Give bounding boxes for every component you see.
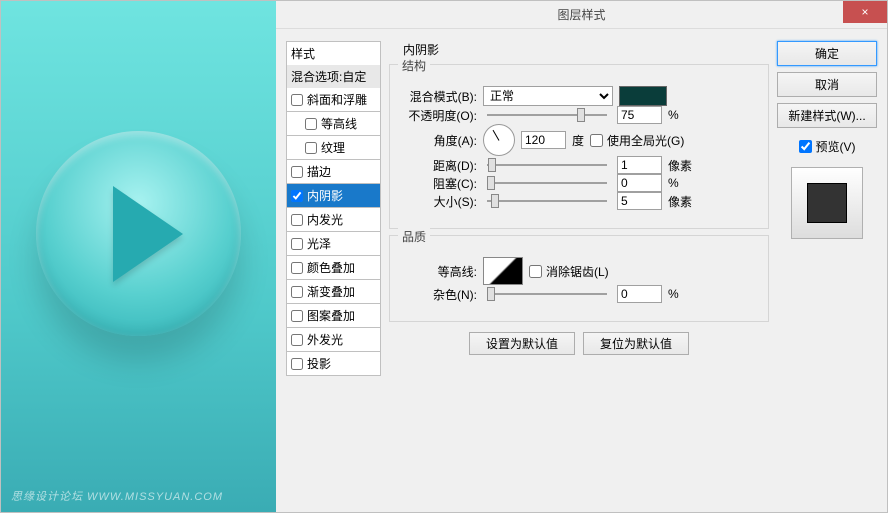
angle-label: 角度(A): — [402, 132, 477, 149]
style-item-checkbox[interactable] — [291, 286, 303, 298]
contour-picker[interactable] — [483, 257, 523, 285]
quality-fieldset: 品质 等高线: 消除锯齿(L) 杂色(N): % — [389, 235, 769, 322]
style-item[interactable]: 外发光 — [286, 328, 381, 352]
opacity-label: 不透明度(O): — [402, 107, 477, 124]
angle-unit: 度 — [572, 132, 584, 149]
app-root: 思缘设计论坛 WWW.MISSYUAN.COM 图层样式 × 样式 混合选项:自… — [0, 0, 888, 513]
size-label: 大小(S): — [402, 193, 477, 210]
style-item[interactable]: 纹理 — [286, 136, 381, 160]
global-light-label: 使用全局光(G) — [607, 132, 684, 149]
quality-legend: 品质 — [398, 228, 430, 245]
style-item[interactable]: 颜色叠加 — [286, 256, 381, 280]
set-default-button[interactable]: 设置为默认值 — [469, 332, 575, 355]
play-button-artwork — [36, 131, 241, 336]
distance-slider[interactable] — [487, 164, 607, 166]
choke-unit: % — [668, 176, 679, 190]
style-item-checkbox[interactable] — [291, 262, 303, 274]
dialog-body: 样式 混合选项:自定 斜面和浮雕等高线纹理描边内阴影内发光光泽颜色叠加渐变叠加图… — [276, 29, 887, 512]
style-item-label: 内阴影 — [307, 187, 343, 204]
style-item-checkbox[interactable] — [291, 310, 303, 322]
preview-inner — [807, 183, 847, 223]
style-item-label: 内发光 — [307, 211, 343, 228]
antialias-label: 消除锯齿(L) — [546, 263, 609, 280]
style-item-checkbox[interactable] — [291, 214, 303, 226]
size-unit: 像素 — [668, 193, 692, 210]
style-item-checkbox[interactable] — [291, 166, 303, 178]
noise-unit: % — [668, 287, 679, 301]
style-item-checkbox[interactable] — [291, 94, 303, 106]
new-style-button[interactable]: 新建样式(W)... — [777, 103, 877, 128]
styles-list: 样式 混合选项:自定 斜面和浮雕等高线纹理描边内阴影内发光光泽颜色叠加渐变叠加图… — [286, 41, 381, 506]
distance-input[interactable] — [617, 156, 662, 174]
style-item-label: 图案叠加 — [307, 307, 355, 324]
styles-header[interactable]: 样式 — [286, 41, 381, 65]
antialias-checkbox[interactable]: 消除锯齿(L) — [529, 263, 609, 280]
right-panel: 确定 取消 新建样式(W)... 预览(V) — [777, 41, 877, 506]
style-item-label: 投影 — [307, 355, 331, 372]
noise-slider[interactable] — [487, 293, 607, 295]
angle-input[interactable] — [521, 131, 566, 149]
style-item-label: 等高线 — [321, 115, 357, 132]
style-item-label: 渐变叠加 — [307, 283, 355, 300]
style-item[interactable]: 内发光 — [286, 208, 381, 232]
reset-default-button[interactable]: 复位为默认值 — [583, 332, 689, 355]
opacity-input[interactable] — [617, 106, 662, 124]
noise-input[interactable] — [617, 285, 662, 303]
style-item[interactable]: 光泽 — [286, 232, 381, 256]
style-item[interactable]: 图案叠加 — [286, 304, 381, 328]
blend-mode-label: 混合模式(B): — [402, 88, 477, 105]
choke-slider[interactable] — [487, 182, 607, 184]
opacity-slider[interactable] — [487, 114, 607, 116]
style-item-label: 光泽 — [307, 235, 331, 252]
style-item[interactable]: 渐变叠加 — [286, 280, 381, 304]
style-item-checkbox[interactable] — [291, 238, 303, 250]
play-triangle-icon — [113, 186, 183, 282]
panel-title: 内阴影 — [403, 41, 769, 58]
dialog-title: 图层样式 — [276, 6, 887, 23]
style-item-checkbox[interactable] — [305, 142, 317, 154]
preview-thumbnail — [791, 167, 863, 239]
style-item-label: 颜色叠加 — [307, 259, 355, 276]
choke-label: 阻塞(C): — [402, 175, 477, 192]
ok-button[interactable]: 确定 — [777, 41, 877, 66]
style-item[interactable]: 等高线 — [286, 112, 381, 136]
style-item-checkbox[interactable] — [291, 190, 303, 202]
opacity-unit: % — [668, 108, 679, 122]
structure-fieldset: 结构 混合模式(B): 正常 不透明度(O): % 角度(A): — [389, 64, 769, 229]
style-item[interactable]: 投影 — [286, 352, 381, 376]
distance-unit: 像素 — [668, 157, 692, 174]
style-item-label: 纹理 — [321, 139, 345, 156]
style-item-label: 外发光 — [307, 331, 343, 348]
blend-mode-select[interactable]: 正常 — [483, 86, 613, 106]
canvas-preview: 思缘设计论坛 WWW.MISSYUAN.COM — [1, 1, 276, 512]
watermark-text: 思缘设计论坛 WWW.MISSYUAN.COM — [11, 488, 223, 504]
style-item[interactable]: 描边 — [286, 160, 381, 184]
main-panel: 内阴影 结构 混合模式(B): 正常 不透明度(O): % — [389, 41, 769, 506]
distance-label: 距离(D): — [402, 157, 477, 174]
choke-input[interactable] — [617, 174, 662, 192]
angle-dial[interactable] — [483, 124, 515, 156]
style-item-checkbox[interactable] — [305, 118, 317, 130]
structure-legend: 结构 — [398, 57, 430, 74]
style-item-checkbox[interactable] — [291, 334, 303, 346]
preview-checkbox[interactable]: 预览(V) — [777, 138, 877, 155]
blend-options-row[interactable]: 混合选项:自定 — [286, 65, 381, 88]
global-light-checkbox[interactable]: 使用全局光(G) — [590, 132, 684, 149]
titlebar: 图层样式 × — [276, 1, 887, 29]
contour-label: 等高线: — [402, 263, 477, 280]
cancel-button[interactable]: 取消 — [777, 72, 877, 97]
style-item-label: 描边 — [307, 163, 331, 180]
layer-style-dialog: 图层样式 × 样式 混合选项:自定 斜面和浮雕等高线纹理描边内阴影内发光光泽颜色… — [276, 1, 887, 512]
style-item-checkbox[interactable] — [291, 358, 303, 370]
preview-label: 预览(V) — [816, 138, 856, 155]
default-buttons-row: 设置为默认值 复位为默认值 — [389, 332, 769, 355]
close-button[interactable]: × — [843, 1, 887, 23]
size-input[interactable] — [617, 192, 662, 210]
style-item[interactable]: 内阴影 — [286, 184, 381, 208]
shadow-color-swatch[interactable] — [619, 86, 667, 106]
noise-label: 杂色(N): — [402, 286, 477, 303]
size-slider[interactable] — [487, 200, 607, 202]
style-item[interactable]: 斜面和浮雕 — [286, 88, 381, 112]
style-item-label: 斜面和浮雕 — [307, 91, 367, 108]
